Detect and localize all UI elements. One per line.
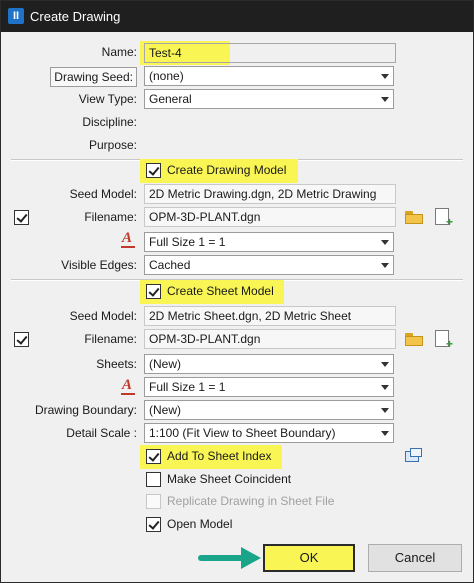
view-type-select[interactable]: General <box>144 89 394 109</box>
sheet-index-icon-overlay <box>410 448 422 457</box>
new-file-icon[interactable]: + <box>435 330 453 350</box>
sheet-seed-model-field[interactable]: 2D Metric Sheet.dgn, 2D Metric Sheet <box>144 306 396 326</box>
drawing-boundary-label: Drawing Boundary: <box>34 403 137 417</box>
drawing-seed-button[interactable]: Drawing Seed: <box>50 67 137 87</box>
annotation-arrow-icon <box>198 547 261 569</box>
app-icon: II <box>8 8 24 24</box>
replicate-drawing-checkbox[interactable] <box>146 494 161 509</box>
drawing-seed-model-field[interactable]: 2D Metric Drawing.dgn, 2D Metric Drawing <box>144 184 396 204</box>
chevron-down-icon <box>381 362 389 367</box>
new-file-icon[interactable]: + <box>435 208 453 228</box>
drawing-annotation-scale-value: Full Size 1 = 1 <box>149 235 226 249</box>
drawing-filename-checkbox[interactable] <box>14 210 29 225</box>
visible-edges-select[interactable]: Cached <box>144 255 394 275</box>
sheet-seed-model-label: Seed Model: <box>69 309 137 323</box>
drawing-seed-select[interactable]: (none) <box>144 66 394 86</box>
sheets-value: (New) <box>149 357 181 371</box>
name-label: Name: <box>101 45 137 59</box>
sheet-filename-field[interactable]: OPM-3D-PLANT.dgn <box>144 329 396 349</box>
folder-icon[interactable] <box>405 211 423 224</box>
cancel-button[interactable]: Cancel <box>368 544 462 572</box>
view-type-value: General <box>149 92 192 106</box>
checkmark-icon <box>148 518 160 530</box>
annotation-scale-icon: A <box>120 377 136 395</box>
view-type-label: View Type: <box>78 92 137 106</box>
create-sheet-model-checkbox[interactable] <box>146 284 161 299</box>
chevron-down-icon <box>381 385 389 390</box>
create-sheet-model-label: Create Sheet Model <box>167 284 274 298</box>
add-to-sheet-index-label: Add To Sheet Index <box>167 449 272 463</box>
checkmark-icon <box>148 164 160 176</box>
make-sheet-coincident-checkbox[interactable] <box>146 472 161 487</box>
checkmark-icon <box>148 450 160 462</box>
checkmark-icon <box>16 333 28 345</box>
chevron-down-icon <box>381 97 389 102</box>
window-title: Create Drawing <box>30 9 121 24</box>
create-drawing-model-label: Create Drawing Model <box>167 163 287 177</box>
ok-button[interactable]: OK <box>263 544 355 572</box>
visible-edges-label: Visible Edges: <box>61 258 137 272</box>
sheet-filename-checkbox[interactable] <box>14 332 29 347</box>
name-input[interactable]: Test-4 <box>144 43 396 63</box>
dialog-content: Name: Test-4 Drawing Seed: (none) View T… <box>1 32 473 582</box>
drawing-seed-value: (none) <box>149 69 184 83</box>
make-sheet-coincident-label: Make Sheet Coincident <box>167 472 292 486</box>
drawing-boundary-select[interactable]: (New) <box>144 400 394 420</box>
detail-scale-value: 1:100 (Fit View to Sheet Boundary) <box>149 426 336 440</box>
sheet-annotation-scale-value: Full Size 1 = 1 <box>149 380 226 394</box>
discipline-label: Discipline: <box>82 115 137 129</box>
detail-scale-select[interactable]: 1:100 (Fit View to Sheet Boundary) <box>144 423 394 443</box>
purpose-label: Purpose: <box>88 138 137 152</box>
drawing-seed-model-label: Seed Model: <box>69 187 137 201</box>
visible-edges-value: Cached <box>149 258 191 272</box>
chevron-down-icon <box>381 263 389 268</box>
sheets-select[interactable]: (New) <box>144 354 394 374</box>
drawing-filename-label: Filename: <box>84 210 137 224</box>
sheet-annotation-scale-select[interactable]: Full Size 1 = 1 <box>144 377 394 397</box>
drawing-annotation-scale-select[interactable]: Full Size 1 = 1 <box>144 232 394 252</box>
replicate-drawing-label: Replicate Drawing in Sheet File <box>167 494 335 508</box>
chevron-down-icon <box>381 240 389 245</box>
sheet-filename-label: Filename: <box>84 332 137 346</box>
title-bar: II Create Drawing <box>1 1 473 32</box>
chevron-down-icon <box>381 74 389 79</box>
create-drawing-model-checkbox[interactable] <box>146 163 161 178</box>
sheets-label: Sheets: <box>96 357 137 371</box>
open-model-label: Open Model <box>167 517 233 531</box>
create-drawing-dialog: II Create Drawing Name: Test-4 Drawing S… <box>0 0 474 583</box>
open-model-checkbox[interactable] <box>146 517 161 532</box>
detail-scale-label: Detail Scale : <box>66 426 137 440</box>
annotation-scale-icon: A <box>120 230 136 248</box>
chevron-down-icon <box>381 408 389 413</box>
drawing-filename-field[interactable]: OPM-3D-PLANT.dgn <box>144 207 396 227</box>
drawing-boundary-value: (New) <box>149 403 181 417</box>
checkmark-icon <box>16 211 28 223</box>
add-to-sheet-index-checkbox[interactable] <box>146 449 161 464</box>
chevron-down-icon <box>381 431 389 436</box>
checkmark-icon <box>148 285 160 297</box>
folder-icon[interactable] <box>405 333 423 346</box>
